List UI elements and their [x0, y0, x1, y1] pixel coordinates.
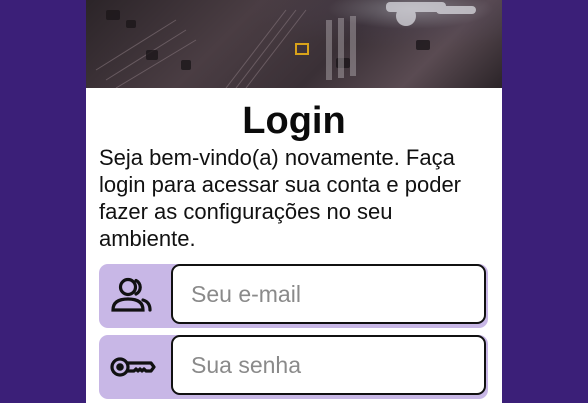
email-input[interactable] [171, 264, 486, 324]
key-icon [107, 347, 157, 387]
page-title: Login [242, 100, 346, 142]
email-field-group [99, 264, 488, 328]
password-input[interactable] [171, 335, 486, 395]
users-icon [107, 276, 157, 316]
hero-image [86, 0, 502, 88]
login-card: Login Seja bem-vindo(a) novamente. Faça … [86, 0, 502, 403]
password-field-group [99, 335, 488, 399]
login-description: Seja bem-vindo(a) novamente. Faça login … [99, 145, 462, 251]
